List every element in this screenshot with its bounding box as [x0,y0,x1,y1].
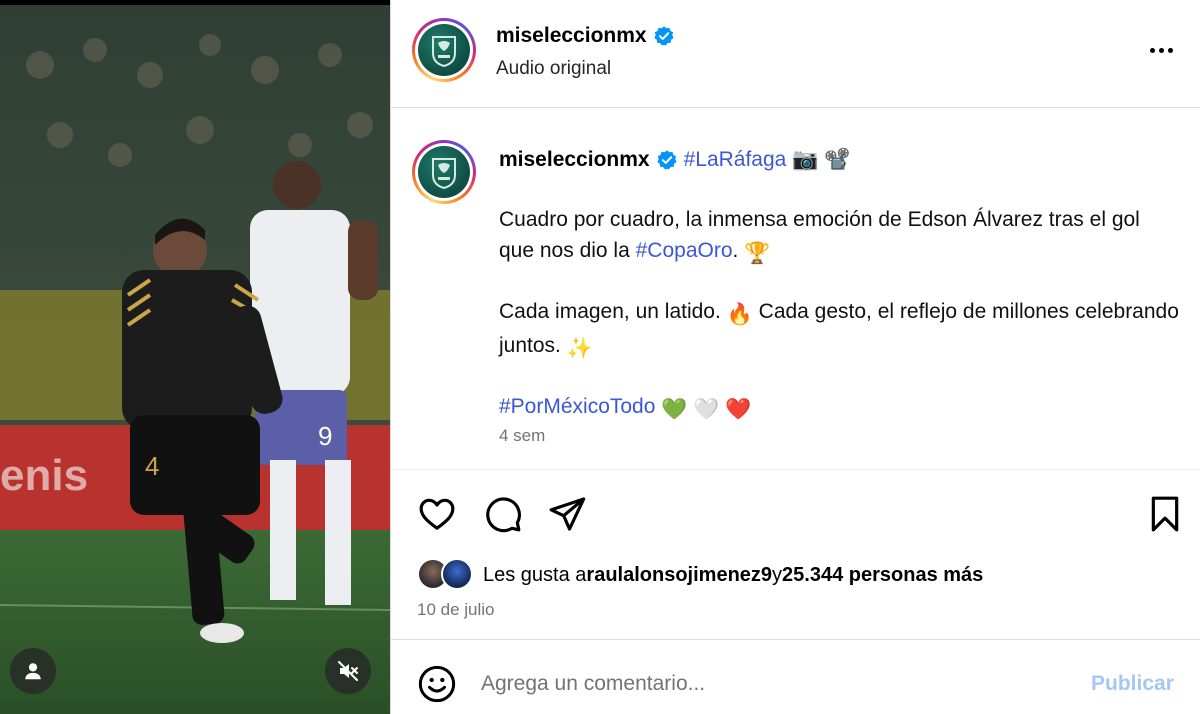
likes-summary: Les gusta a raulalonsojimenez9 y 25.344 … [417,558,983,592]
svg-text:enis: enis [0,451,88,500]
post-details-panel: miseleccionmx Audio original miseleccion… [391,0,1200,714]
comment-composer: Publicar [391,640,1200,714]
camera-emoji-pair: 📷 📽️ [792,148,851,171]
caption-text: Cada imagen, un latido. [499,300,727,323]
likes-count-link[interactable]: 25.344 personas más [782,564,983,587]
post-header: miseleccionmx Audio original [391,0,1200,108]
hearts-emoji-group: 💚 🤍 ❤️ [661,398,752,421]
caption-first-line: miseleccionmx #LaRáfaga 📷 📽️ [499,148,851,172]
tagged-users-button[interactable] [10,648,56,694]
audio-label[interactable]: Audio original [496,58,611,80]
bookmark-icon[interactable] [1145,494,1185,534]
more-horizontal-icon [1149,47,1155,53]
author-username[interactable]: miseleccionmx [496,24,675,48]
post-actions: Les gusta a raulalonsojimenez9 y 25.344 … [391,470,1200,640]
fire-emoji: 🔥 [726,303,753,326]
caption-paragraph-3: #PorMéxicoTodo 💚 🤍 ❤️ [499,391,1179,425]
svg-text:9: 9 [318,421,332,451]
volume-muted-icon [338,661,358,681]
comment-icon[interactable] [483,494,523,534]
caption-paragraph-2: Cada imagen, un latido. 🔥 Cada gesto, el… [499,296,1179,364]
send-icon[interactable] [547,494,587,534]
hashtag-copaoro[interactable]: #CopaOro [636,239,733,262]
caption-text: . [732,239,745,262]
liker-avatar[interactable] [441,558,473,590]
caption-timestamp[interactable]: 4 sem [499,426,545,446]
trophy-emoji: 🏆 [744,242,771,265]
user-icon [25,663,41,680]
caption-text: Cuadro por cuadro, la inmensa emoción de… [499,208,1140,262]
caption-section: miseleccionmx #LaRáfaga 📷 📽️ Cuadro por … [391,108,1200,470]
caption-username[interactable]: miseleccionmx [499,148,650,172]
federation-crest-icon [432,158,456,189]
author-avatar[interactable] [412,18,476,82]
caption-paragraph-1: Cuadro por cuadro, la inmensa emoción de… [499,204,1179,269]
svg-text:4: 4 [145,451,159,481]
post-photo: enis 9 4 [0,5,390,714]
author-username-text[interactable]: miseleccionmx [496,24,647,48]
verified-badge-icon [656,150,677,170]
hashtag-pormexicotodo[interactable]: #PorMéxicoTodo [499,395,655,418]
caption-body: Cuadro por cuadro, la inmensa emoción de… [499,204,1179,452]
caption-author-avatar[interactable] [412,140,476,204]
hashtag-larafaga[interactable]: #LaRáfaga [684,148,787,172]
verified-badge-icon [653,26,674,46]
post-date[interactable]: 10 de julio [417,600,495,620]
federation-crest-icon [432,36,456,67]
mute-toggle-button[interactable] [325,648,371,694]
likes-middle: y [772,563,783,586]
liker-username[interactable]: raulalonsojimenez9 [586,564,772,587]
publish-button[interactable]: Publicar [1091,672,1174,696]
likers-avatars [417,558,477,592]
post-media[interactable]: enis 9 4 [0,0,390,714]
heart-icon[interactable] [417,494,457,534]
emoji-smiley-icon[interactable] [417,664,457,704]
sparkles-emoji: ✨ [566,337,593,360]
more-options-button[interactable] [1141,36,1181,64]
comment-input[interactable] [481,662,1061,706]
likes-prefix: Les gusta a [483,563,587,586]
